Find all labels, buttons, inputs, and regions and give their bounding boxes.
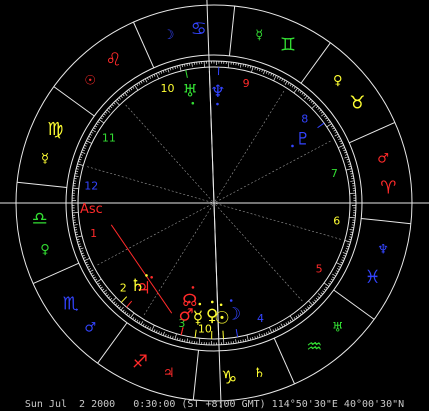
house-number-12: 12 [84, 180, 98, 193]
midheaven-label: 10 [198, 323, 212, 336]
house-number-6: 6 [333, 214, 340, 227]
ruler-icon: ♆ [377, 242, 389, 257]
ruler-icon: ♄ [253, 366, 265, 381]
uranus-icon: ♅ [182, 82, 197, 102]
ruler-icon: ♀ [40, 242, 50, 257]
ascendant-label: Asc [80, 202, 103, 217]
house-number-4: 4 [257, 312, 264, 325]
aries-icon: ♈ [380, 178, 396, 199]
house-number-5: 5 [316, 263, 323, 276]
house-number-1: 1 [90, 227, 97, 240]
ruler-icon: ☿ [255, 28, 263, 43]
libra-icon: ♎ [32, 208, 48, 229]
capricorn-icon: ♑ [221, 367, 237, 388]
planet-dot [150, 276, 153, 279]
ruler-icon: ♅ [332, 321, 344, 336]
neptune-icon: ♆ [210, 82, 225, 102]
virgo-icon: ♍ [47, 119, 63, 140]
house-number-10: 10 [161, 82, 175, 95]
house-number-2: 2 [120, 282, 127, 295]
sagittarius-icon: ♐ [132, 352, 148, 373]
pluto-icon: ♇ [295, 129, 310, 149]
natal-chart: ♈♉♊♋♌♍♎♏♐♑♒♓ ♂♀☿☽☉☿♀♂♃ ♄♅♆ 123 45678910111… [0, 0, 429, 411]
leo-icon: ♌ [106, 50, 122, 71]
moon-icon: ☽ [226, 304, 241, 324]
gemini-icon: ♊ [280, 34, 296, 55]
scorpio-icon: ♏ [63, 293, 79, 314]
aquarius-icon: ♒ [306, 336, 322, 357]
house-number-8: 8 [301, 112, 308, 125]
pisces-icon: ♓ [365, 267, 381, 288]
planet-dot [219, 303, 223, 307]
planet-dot [191, 101, 195, 105]
cancer-icon: ♋ [191, 19, 207, 40]
saturn-icon: ♄ [130, 276, 145, 296]
planet-dot [145, 274, 148, 277]
house-number-11: 11 [102, 131, 116, 144]
ruler-icon: ♃ [163, 366, 175, 381]
ruler-icon: ♀ [333, 73, 343, 88]
planet-tick [222, 330, 224, 339]
ruler-icon: ♂ [84, 321, 96, 336]
taurus-icon: ♉ [349, 93, 365, 114]
planet-dot [291, 144, 294, 148]
ruler-icon: ☉ [84, 73, 96, 88]
node-icon: ☊ [182, 291, 197, 311]
ruler-icon: ☽ [163, 28, 175, 43]
planet-dot [191, 286, 195, 289]
ruler-icon: ♂ [377, 152, 389, 167]
planet-dot [210, 300, 214, 304]
house-number-9: 9 [243, 77, 250, 90]
planet-dot [198, 302, 202, 306]
planet-dot [216, 102, 219, 106]
planet-dot [229, 299, 233, 302]
house-number-7: 7 [331, 167, 338, 180]
ruler-icon: ☿ [41, 152, 49, 167]
chart-footer: Sun Jul 2 2000 0:30:00 (ST +8:00 GMT) 11… [24, 399, 405, 410]
